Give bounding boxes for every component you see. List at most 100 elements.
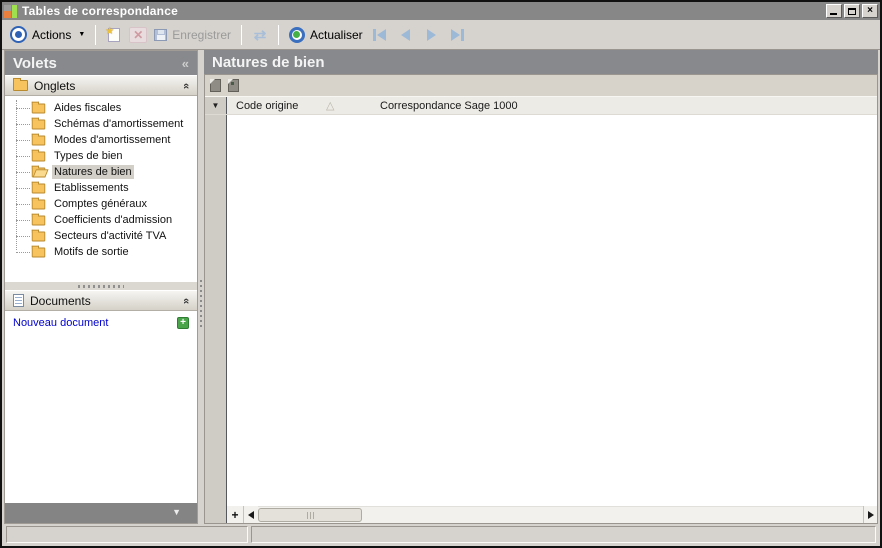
sidebar-item-natures-de-bien[interactable]: Natures de bien [5,164,197,180]
sort-ascending-icon[interactable]: △ [326,99,372,112]
open-folder-icon [31,165,46,177]
status-bar [2,524,880,546]
sidebar-item-secteurs-activite-tva[interactable]: Secteurs d'activité TVA [5,228,197,244]
refresh-label: Actualiser [309,27,363,42]
main-panel: Natures de bien ▼ Code origine △ Corresp… [204,50,878,524]
toolbar-separator [95,24,97,45]
folder-icon [31,149,46,161]
new-document-row: Nouveau document + [13,317,189,329]
last-record-button[interactable] [447,26,469,44]
row-indicator-column [205,115,227,506]
column-header-correspondance[interactable]: Correspondance Sage 1000 [372,100,518,112]
toolbar-separator [240,24,242,45]
first-record-button[interactable] [369,26,391,44]
star-icon: ★ [105,25,115,37]
scrollbar-thumb[interactable] [258,508,362,522]
chevron-down-icon: ▼ [172,507,181,517]
first-record-icon [373,28,377,41]
status-cell-right [251,526,876,543]
save-label: Enregistrer [172,27,231,42]
actions-target-icon [10,26,27,43]
titlebar: Tables de correspondance × [2,2,880,20]
current-row-icon: ▼ [211,101,220,110]
main-header: Natures de bien [204,50,878,74]
new-item-button[interactable]: ★ [103,25,125,45]
sidebar-header: Volets « [5,51,197,75]
maximize-button[interactable] [844,4,860,18]
folder-icon [31,133,46,145]
column-header-code-origine[interactable]: Code origine [227,100,326,112]
main-toolbar: Actions ▼ ★ ✕ Enregistrer ⇄ Actualiser [2,20,880,50]
add-document-button[interactable]: + [177,317,189,329]
last-record-icon [451,28,461,41]
actions-label: Actions [32,27,72,42]
sidebar-item-schemas-amortissement[interactable]: Schémas d'amortissement [5,116,197,132]
refresh-icon [288,26,305,43]
splitter-grip-icon [78,284,124,288]
add-row-button[interactable]: + [227,506,244,523]
window-title: Tables de correspondance [22,4,178,18]
documents-area: Nouveau document + [5,311,197,503]
document-icon [13,294,24,307]
page-title: Natures de bien [212,53,325,71]
sidebar-item-coefficients-admission[interactable]: Coefficients d'admission [5,212,197,228]
grid-header-row: ▼ Code origine △ Correspondance Sage 100… [205,97,877,115]
horizontal-scrollbar[interactable] [258,506,863,523]
sidebar-item-modes-amortissement[interactable]: Modes d'amortissement [5,132,197,148]
sidebar-panel: Volets « Onglets « Aides fiscales Schéma… [4,50,198,524]
previous-record-button[interactable] [395,26,417,44]
scroll-right-button[interactable] [863,506,877,523]
folder-icon [31,245,46,257]
panel-splitter[interactable] [200,280,202,330]
onglets-tree: Aides fiscales Schémas d'amortissement M… [5,96,197,282]
sidebar-item-types-de-bien[interactable]: Types de bien [5,148,197,164]
maximize-icon [848,7,856,15]
next-record-button[interactable] [421,26,443,44]
section-onglets-header[interactable]: Onglets « [5,75,197,96]
previous-record-icon [401,28,411,41]
close-icon: × [867,5,873,16]
folder-icon [31,197,46,209]
grid-empty-area[interactable] [227,115,877,506]
section-documents-label: Documents [30,293,91,308]
folder-icon [31,101,46,113]
section-onglets-label: Onglets [34,78,76,93]
grid-body [205,115,877,506]
sidebar-title: Volets [13,54,57,72]
close-button[interactable]: × [862,4,878,18]
refresh-button[interactable]: Actualiser [285,25,367,45]
sidebar-splitter[interactable] [5,282,197,290]
folder-icon [13,78,28,91]
folder-icon [31,229,46,241]
sidebar-item-aides-fiscales[interactable]: Aides fiscales [5,100,197,116]
save-icon [154,28,168,41]
card-expand-icon[interactable] [228,79,239,92]
scroll-left-button[interactable] [244,506,258,523]
application-window: Tables de correspondance × Actions ▼ ★ ✕… [0,0,882,548]
status-cell-left [6,526,248,543]
sidebar-item-motifs-de-sortie[interactable]: Motifs de sortie [5,244,197,260]
grid-container: ▼ Code origine △ Correspondance Sage 100… [204,74,878,524]
grid-scroll-row: + [205,506,877,523]
folder-icon [31,181,46,193]
save-button[interactable]: Enregistrer [150,26,235,44]
minimize-button[interactable] [826,4,842,18]
collapse-sidebar-button[interactable]: « [182,56,189,71]
chevron-up-icon: « [179,82,192,89]
actions-button[interactable]: Actions ▼ [6,24,89,45]
sidebar-item-comptes-generaux[interactable]: Comptes généraux [5,196,197,212]
grid-toolbar [205,75,877,97]
section-documents-header[interactable]: Documents « [5,290,197,311]
sync-button[interactable]: ⇄ [249,25,271,45]
sidebar-item-etablissements[interactable]: Etablissements [5,180,197,196]
folder-icon [31,117,46,129]
row-indicator-header: ▼ [205,97,227,114]
new-document-link[interactable]: Nouveau document [13,317,108,329]
row-indicator-footer [205,506,227,523]
card-view-icon[interactable] [210,79,221,92]
sidebar-bottom-collapse-bar[interactable]: ▼ [5,503,197,523]
chevron-up-icon: « [179,297,192,304]
next-record-icon [427,28,437,41]
delete-button[interactable]: ✕ [127,25,149,45]
scroll-right-icon [867,510,874,519]
